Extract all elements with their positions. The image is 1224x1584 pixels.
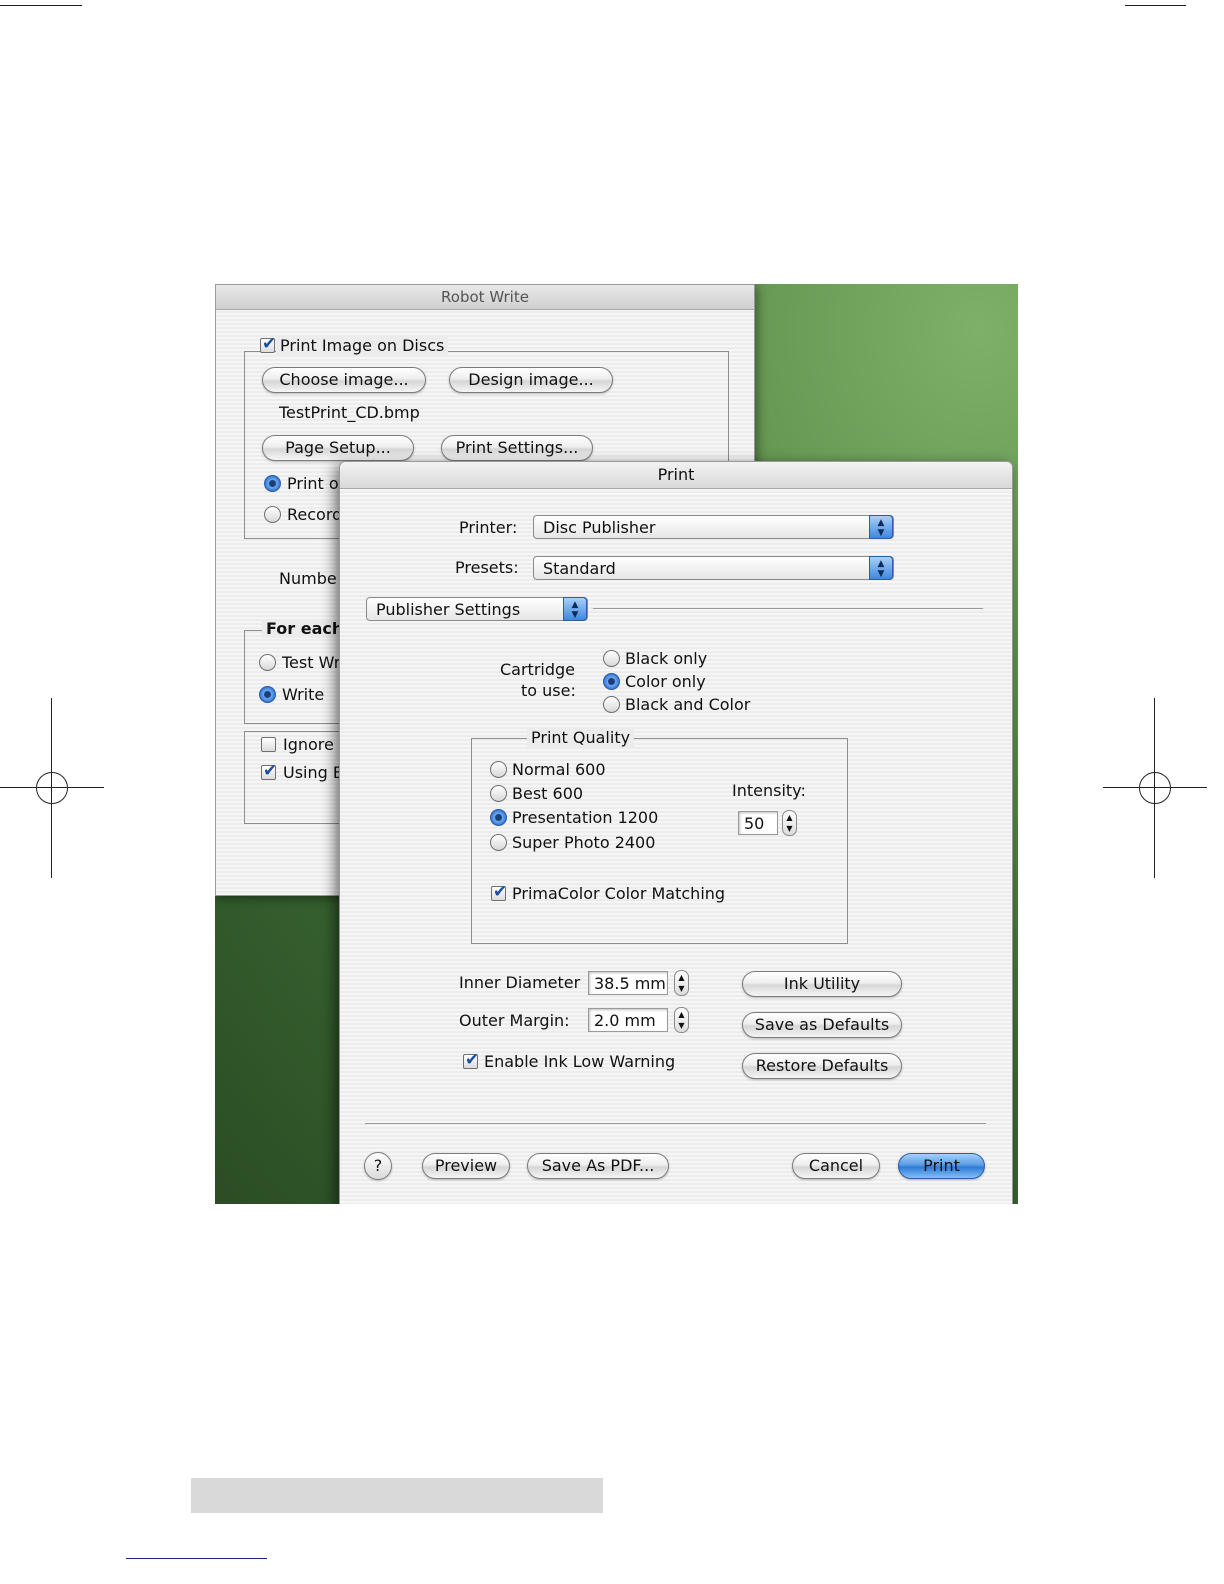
quality-superphoto-radio[interactable] xyxy=(490,834,507,851)
write-label: Write xyxy=(282,685,325,704)
ignore-label: Ignore xyxy=(283,735,334,754)
cartridge-color-label: Color only xyxy=(625,672,706,691)
image-filename: TestPrint_CD.bmp xyxy=(279,403,420,422)
print-button[interactable]: Print xyxy=(898,1153,985,1179)
panel-divider xyxy=(593,608,983,609)
printer-label: Printer: xyxy=(459,518,518,537)
record-option-label: Record xyxy=(287,505,343,524)
print-settings-button[interactable]: Print Settings... xyxy=(441,435,593,461)
screenshot: Robot Write Print Image on Discs Choose … xyxy=(215,284,1018,1204)
number-label: Numbe xyxy=(279,569,337,588)
quality-presentation-label: Presentation 1200 xyxy=(512,808,659,827)
cartridge-both-radio[interactable] xyxy=(603,696,620,713)
printer-popup[interactable]: Disc Publisher ▲ ▼ xyxy=(533,515,894,539)
restore-defaults-button[interactable]: Restore Defaults xyxy=(742,1053,902,1079)
quality-normal-radio[interactable] xyxy=(490,761,507,778)
intensity-stepper[interactable]: ▲ ▼ xyxy=(782,810,797,836)
inner-diameter-label: Inner Diameter xyxy=(459,973,581,992)
footer-rule xyxy=(126,1558,267,1559)
using-label: Using B xyxy=(283,763,344,782)
cartridge-color-radio[interactable] xyxy=(603,673,620,690)
intensity-field[interactable]: 50 xyxy=(738,811,778,835)
preview-button[interactable]: Preview xyxy=(422,1153,510,1179)
test-write-radio[interactable] xyxy=(259,654,276,671)
cancel-button[interactable]: Cancel xyxy=(792,1153,880,1179)
quality-best-label: Best 600 xyxy=(512,784,584,803)
footer-divider xyxy=(365,1123,986,1124)
outer-margin-stepper[interactable]: ▲ ▼ xyxy=(674,1007,689,1033)
page-setup-button[interactable]: Page Setup... xyxy=(262,435,414,461)
registration-mark-right xyxy=(1103,698,1207,878)
write-radio[interactable] xyxy=(259,686,276,703)
help-button[interactable]: ? xyxy=(364,1152,392,1180)
save-pdf-button[interactable]: Save As PDF... xyxy=(527,1153,669,1179)
print-dialog: Print Printer: Disc Publisher ▲ ▼ Presets… xyxy=(339,461,1013,1204)
ink-low-warning-checkbox[interactable] xyxy=(463,1050,479,1070)
choose-image-button[interactable]: Choose image... xyxy=(262,367,426,393)
ignore-checkbox[interactable] xyxy=(261,737,276,752)
print-option-radio[interactable] xyxy=(264,475,281,492)
outer-margin-field[interactable]: 2.0 mm xyxy=(588,1008,668,1032)
cartridge-label-line2: to use: xyxy=(521,681,576,700)
using-checkbox[interactable] xyxy=(261,761,277,781)
registration-mark-left xyxy=(0,698,104,878)
intensity-label: Intensity: xyxy=(732,781,806,800)
printer-popup-arrows-icon: ▲ ▼ xyxy=(869,515,893,539)
panel-value: Publisher Settings xyxy=(376,600,521,619)
crop-mark-top-right xyxy=(1125,5,1186,6)
record-option-radio[interactable] xyxy=(264,506,281,523)
print-option-label: Print o xyxy=(287,474,339,493)
color-matching-checkbox[interactable] xyxy=(491,882,507,902)
robot-write-title: Robot Write xyxy=(216,285,754,310)
test-write-label: Test Wr xyxy=(282,653,341,672)
outer-margin-label: Outer Margin: xyxy=(459,1011,570,1030)
design-image-button[interactable]: Design image... xyxy=(449,367,613,393)
print-dialog-title: Print xyxy=(340,462,1012,489)
crop-mark-top-left xyxy=(0,5,82,6)
color-matching-label: PrimaColor Color Matching xyxy=(512,884,726,903)
printer-value: Disc Publisher xyxy=(543,518,656,537)
inner-diameter-field[interactable]: 38.5 mm xyxy=(588,971,668,995)
cartridge-both-label: Black and Color xyxy=(625,695,751,714)
print-image-label: Print Image on Discs xyxy=(276,336,449,355)
ink-utility-button[interactable]: Ink Utility xyxy=(742,971,902,997)
cartridge-black-label: Black only xyxy=(625,649,708,668)
quality-superphoto-label: Super Photo 2400 xyxy=(512,833,656,852)
print-quality-title: Print Quality xyxy=(527,728,635,747)
presets-popup-arrows-icon: ▲ ▼ xyxy=(869,556,893,580)
cartridge-label-line1: Cartridge xyxy=(500,660,576,679)
panel-popup-arrows-icon: ▲ ▼ xyxy=(563,597,587,621)
print-image-checkbox[interactable] xyxy=(260,334,276,354)
quality-presentation-radio[interactable] xyxy=(490,809,507,826)
quality-best-radio[interactable] xyxy=(490,785,507,802)
inner-diameter-stepper[interactable]: ▲ ▼ xyxy=(674,970,689,996)
presets-popup[interactable]: Standard ▲ ▼ xyxy=(533,556,894,580)
panel-popup[interactable]: Publisher Settings ▲ ▼ xyxy=(366,597,588,621)
presets-value: Standard xyxy=(543,559,616,578)
presets-label: Presets: xyxy=(455,558,519,577)
ink-low-warning-label: Enable Ink Low Warning xyxy=(484,1052,676,1071)
for-each-label: For each xyxy=(262,619,348,638)
save-defaults-button[interactable]: Save as Defaults xyxy=(742,1012,902,1038)
quality-normal-label: Normal 600 xyxy=(512,760,606,779)
cartridge-black-radio[interactable] xyxy=(603,650,620,667)
footer-band xyxy=(191,1478,603,1513)
